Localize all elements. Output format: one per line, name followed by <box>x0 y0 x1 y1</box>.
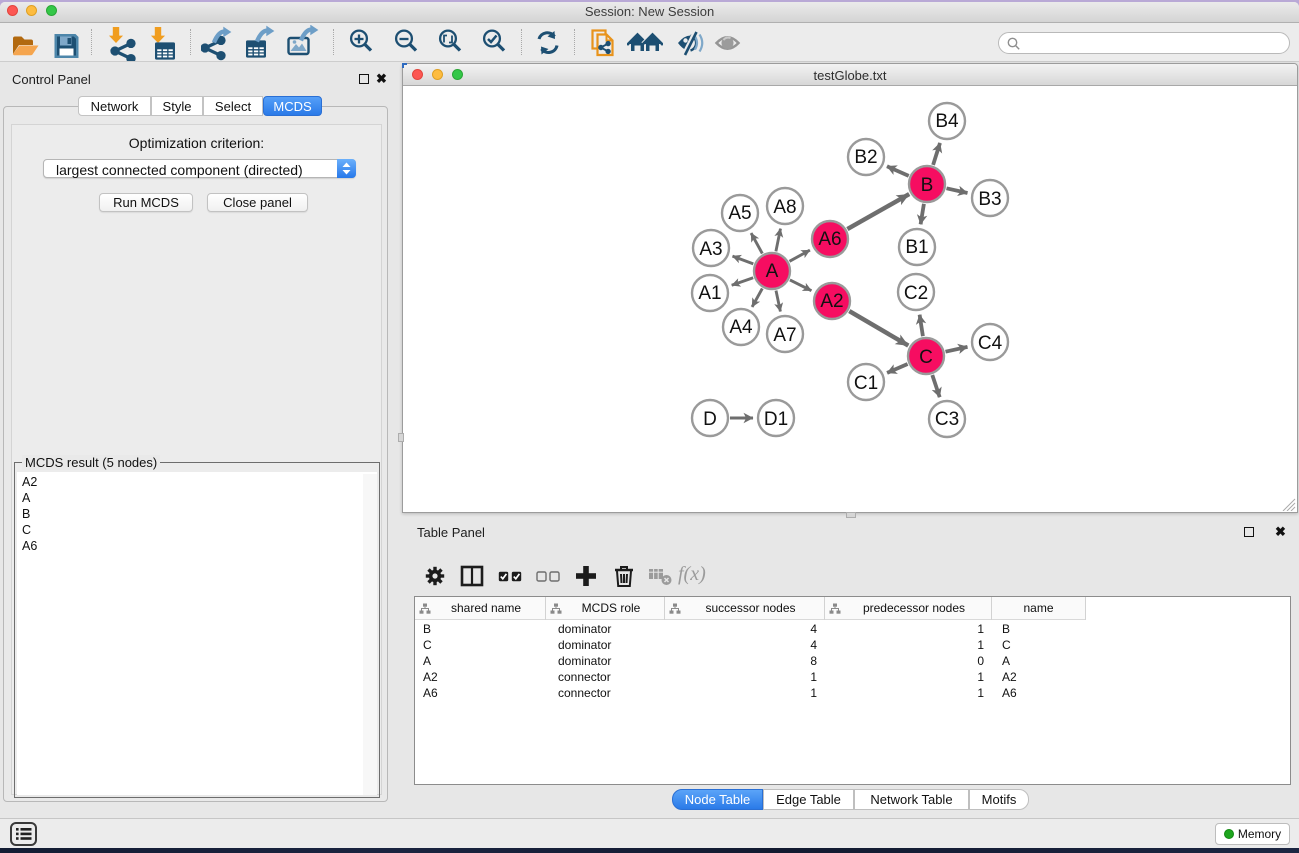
svg-text:A8: A8 <box>773 197 796 218</box>
svg-text:B: B <box>921 175 934 196</box>
svg-text:A4: A4 <box>729 317 753 338</box>
svg-text:B4: B4 <box>935 111 959 132</box>
svg-text:A7: A7 <box>773 325 796 346</box>
svg-text:C2: C2 <box>904 283 928 304</box>
svg-text:A1: A1 <box>698 283 721 304</box>
svg-text:D1: D1 <box>764 409 788 430</box>
svg-text:B2: B2 <box>854 147 877 168</box>
svg-text:A2: A2 <box>820 291 843 312</box>
svg-text:C: C <box>919 347 933 368</box>
svg-text:A: A <box>766 261 779 282</box>
svg-text:A5: A5 <box>728 203 751 224</box>
svg-text:B3: B3 <box>978 189 1001 210</box>
svg-text:C4: C4 <box>978 333 1003 354</box>
svg-text:A3: A3 <box>699 239 722 260</box>
svg-text:C1: C1 <box>854 373 878 394</box>
svg-text:D: D <box>703 409 717 430</box>
svg-text:B1: B1 <box>905 237 928 258</box>
svg-text:C3: C3 <box>935 409 959 430</box>
svg-text:A6: A6 <box>818 229 841 250</box>
